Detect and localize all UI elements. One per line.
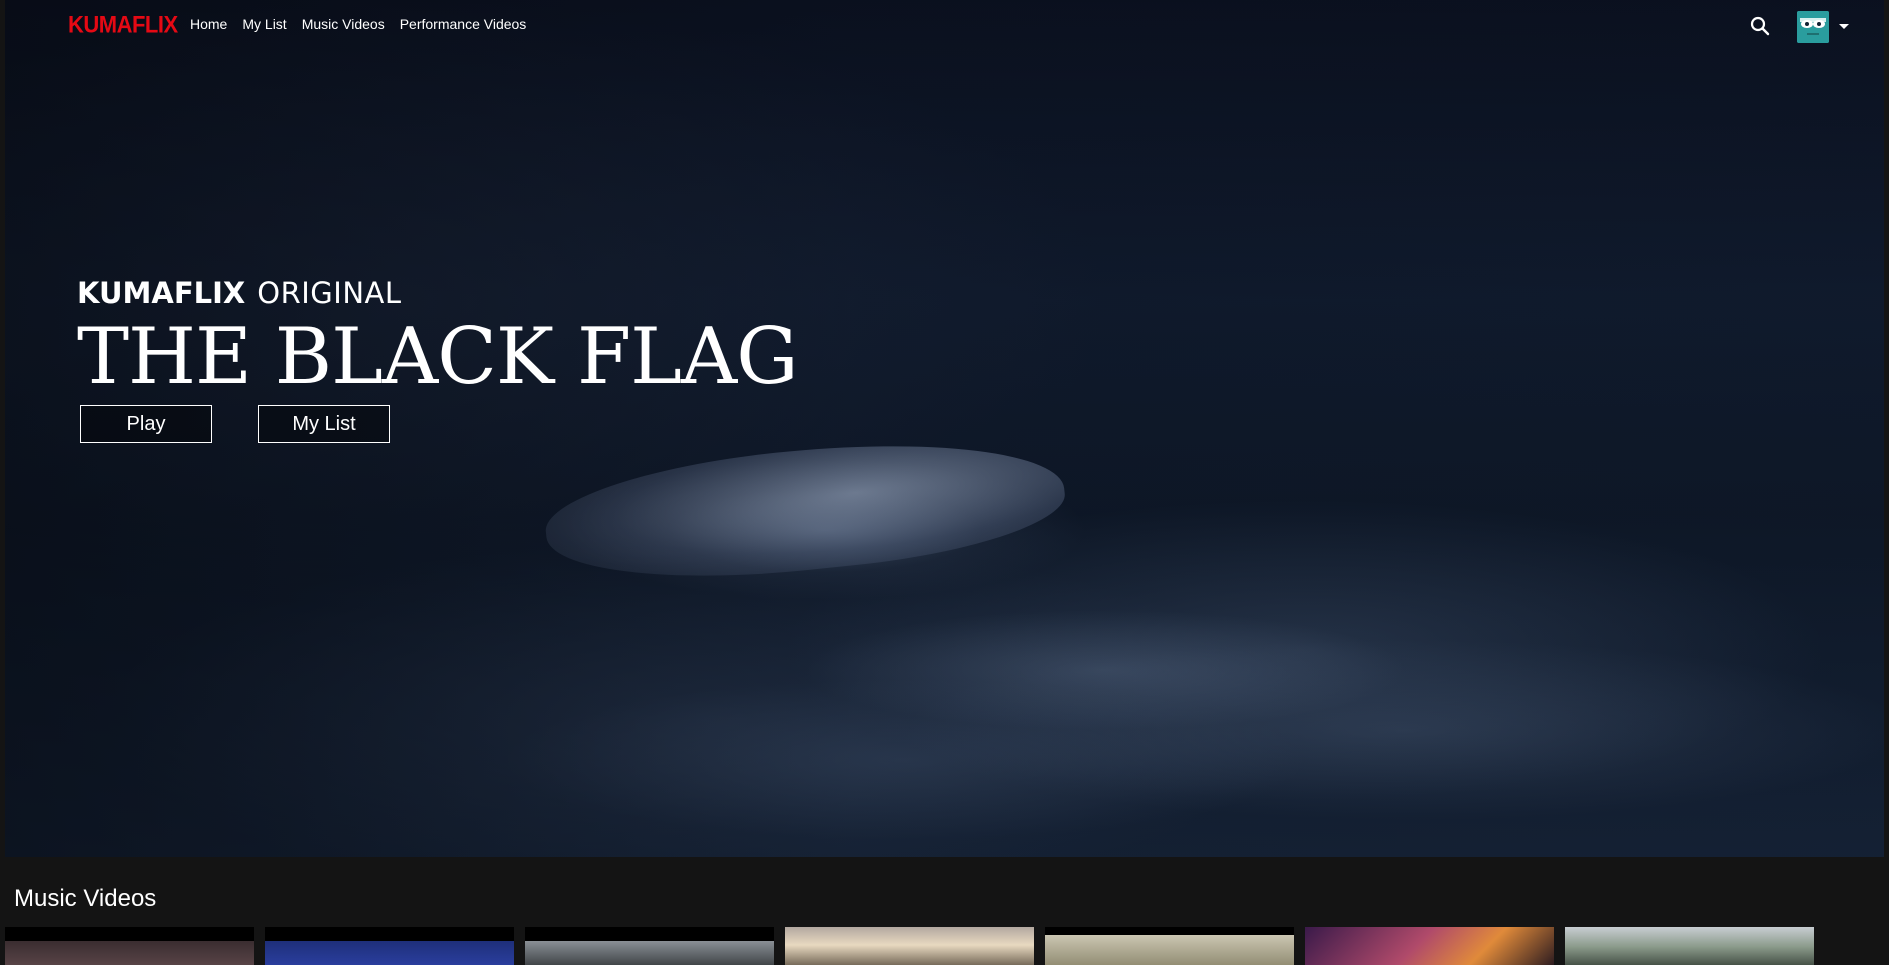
nav-link-performance-videos[interactable]: Performance Videos: [400, 16, 527, 32]
nav-link-my-list[interactable]: My List: [242, 16, 286, 32]
hero-title: THE BLACK FLAG: [77, 312, 799, 402]
page: KUMAFLIX ORIGINAL THE BLACK FLAG Play My…: [0, 0, 1889, 965]
row-title-music-videos: Music Videos: [14, 885, 157, 912]
profile-avatar[interactable]: [1797, 11, 1829, 43]
thumbnail-row: [5, 927, 1825, 965]
hero-banner: KUMAFLIX ORIGINAL THE BLACK FLAG Play My…: [5, 0, 1884, 857]
hero-original-word: ORIGINAL: [257, 276, 402, 310]
video-thumbnail[interactable]: [1305, 927, 1554, 965]
nav-link-music-videos[interactable]: Music Videos: [302, 16, 385, 32]
nav-links: Home My List Music Videos Performance Vi…: [190, 16, 541, 32]
video-thumbnail[interactable]: [265, 927, 514, 965]
caret-down-icon[interactable]: [1839, 24, 1849, 29]
hero-brand-word: KUMAFLIX: [77, 276, 246, 310]
hero-content: KUMAFLIX ORIGINAL THE BLACK FLAG: [77, 276, 799, 402]
hero-original-label: KUMAFLIX ORIGINAL: [77, 276, 798, 310]
nav-link-home[interactable]: Home: [190, 16, 227, 32]
kumaflix-logo[interactable]: KUMAFLIX: [68, 11, 178, 40]
hero-buttons: Play My List: [80, 405, 390, 443]
my-list-button[interactable]: My List: [258, 405, 390, 443]
video-thumbnail[interactable]: [5, 927, 254, 965]
video-thumbnail[interactable]: [1565, 927, 1814, 965]
video-thumbnail[interactable]: [1045, 927, 1294, 965]
play-button[interactable]: Play: [80, 405, 212, 443]
video-thumbnail[interactable]: [785, 927, 1034, 965]
video-thumbnail[interactable]: [525, 927, 774, 965]
top-nav: KUMAFLIX Home My List Music Videos Perfo…: [0, 0, 1889, 50]
avatar-face-icon: [1797, 11, 1829, 43]
search-icon[interactable]: [1750, 16, 1770, 36]
